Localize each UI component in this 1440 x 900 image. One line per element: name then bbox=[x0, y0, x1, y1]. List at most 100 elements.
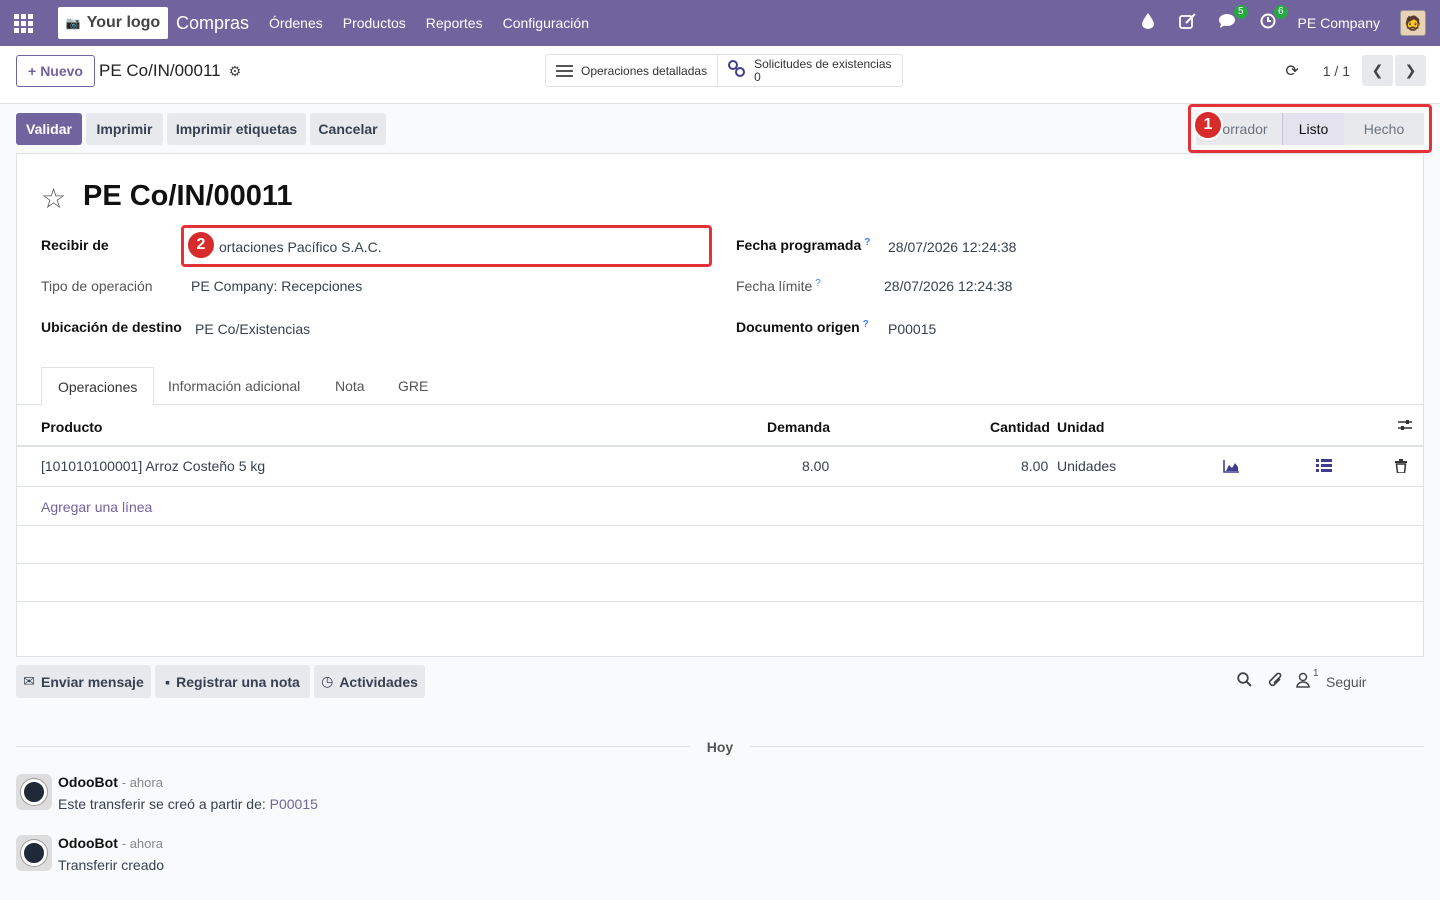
activities-badge: 6 bbox=[1273, 4, 1288, 19]
deadline-field[interactable]: 28/07/2026 12:24:38 bbox=[884, 278, 1012, 294]
paperclip-icon[interactable] bbox=[1268, 672, 1283, 691]
tab-nota[interactable]: Nota bbox=[319, 367, 381, 405]
send-message-button[interactable]: ✉ Enviar mensaje bbox=[16, 665, 151, 698]
chevron-left-icon[interactable]: ❮ bbox=[1362, 55, 1393, 86]
odoobot-avatar[interactable] bbox=[16, 774, 52, 810]
row-product[interactable]: [101010100001] Arroz Costeño 5 kg bbox=[41, 458, 265, 474]
trash-icon[interactable] bbox=[1395, 459, 1407, 476]
drop-icon[interactable] bbox=[1138, 12, 1158, 34]
row-demand[interactable]: 8.00 bbox=[802, 458, 829, 474]
origin-link[interactable]: P00015 bbox=[270, 796, 318, 812]
company-switcher[interactable]: PE Company bbox=[1298, 15, 1380, 31]
dest-location-field[interactable]: PE Co/Existencias bbox=[195, 321, 310, 337]
column-quantity[interactable]: Cantidad bbox=[990, 419, 1050, 435]
search-icon[interactable] bbox=[1237, 672, 1252, 690]
odoobot-avatar[interactable] bbox=[16, 835, 52, 871]
messages-icon[interactable]: 5 bbox=[1218, 4, 1248, 34]
record-title: PE Co/IN/00011 bbox=[83, 180, 293, 212]
edit-icon[interactable] bbox=[1178, 12, 1198, 34]
notebook-tabs: Operaciones Información adicional Nota G… bbox=[17, 367, 1423, 406]
pager-value[interactable]: 1 / 1 bbox=[1323, 63, 1350, 79]
app-name[interactable]: Compras bbox=[176, 13, 249, 34]
tab-gre[interactable]: GRE bbox=[382, 367, 444, 405]
tab-operaciones[interactable]: Operaciones bbox=[41, 367, 155, 406]
camera-icon: 📷 bbox=[65, 16, 81, 30]
pager: ⟳ 1 / 1 ❮ ❯ bbox=[1285, 55, 1426, 86]
date-divider-right bbox=[750, 746, 1424, 747]
row-unit[interactable]: Unidades bbox=[1057, 458, 1116, 474]
annotation-marker-2: 2 bbox=[186, 230, 216, 260]
new-button-label: Nuevo bbox=[40, 63, 83, 79]
origin-field[interactable]: P00015 bbox=[888, 321, 936, 337]
messages-badge: 5 bbox=[1233, 4, 1248, 19]
menu-reportes[interactable]: Reportes bbox=[426, 15, 483, 31]
menu-ordenes[interactable]: Órdenes bbox=[269, 15, 323, 31]
breadcrumb: PE Co/IN/00011 ⚙ bbox=[99, 61, 241, 81]
scheduled-date-label-text: Fecha programada bbox=[736, 237, 862, 253]
column-unit[interactable]: Unidad bbox=[1057, 419, 1104, 435]
operation-type-label: Tipo de operación bbox=[41, 278, 153, 294]
deadline-label: Fecha límite? bbox=[736, 278, 821, 294]
cancel-button[interactable]: Cancelar bbox=[310, 113, 386, 145]
menu-configuracion[interactable]: Configuración bbox=[503, 15, 589, 31]
help-icon[interactable]: ? bbox=[863, 319, 869, 330]
detailed-operations-button[interactable]: Operaciones detalladas bbox=[546, 55, 717, 86]
message-author-name[interactable]: OdooBot bbox=[58, 774, 118, 790]
stock-requests-button[interactable]: Solicitudes de existencias 0 bbox=[717, 55, 901, 86]
validate-button[interactable]: Validar bbox=[16, 113, 82, 145]
tab-informacion-adicional[interactable]: Información adicional bbox=[152, 367, 316, 405]
new-button[interactable]: + Nuevo bbox=[16, 55, 95, 87]
deadline-label-text: Fecha límite bbox=[736, 278, 813, 294]
control-panel: + Nuevo PE Co/IN/00011 ⚙ Operaciones det… bbox=[0, 46, 1440, 104]
receive-from-label: Recibir de bbox=[41, 237, 109, 253]
help-icon[interactable]: ? bbox=[864, 237, 870, 248]
stock-requests-label: Solicitudes de existencias bbox=[754, 56, 892, 71]
note-icon: ▪ bbox=[165, 673, 171, 690]
chevron-right-icon[interactable]: ❯ bbox=[1395, 55, 1426, 86]
followers-icon[interactable] bbox=[1296, 672, 1310, 691]
menu-productos[interactable]: Productos bbox=[343, 15, 406, 31]
log-note-label: Registrar una nota bbox=[176, 673, 300, 690]
clock-icon: ◷ bbox=[321, 673, 334, 689]
detailed-operations-label: Operaciones detalladas bbox=[581, 63, 708, 78]
scheduled-date-field[interactable]: 28/07/2026 12:24:38 bbox=[888, 239, 1016, 255]
print-button[interactable]: Imprimir bbox=[86, 113, 163, 145]
operation-type-field[interactable]: PE Company: Recepciones bbox=[191, 278, 362, 294]
link-icon bbox=[728, 60, 746, 81]
logo-text: Your logo bbox=[86, 14, 161, 31]
forecast-chart-icon[interactable] bbox=[1223, 459, 1240, 476]
add-line-link[interactable]: Agregar una línea bbox=[41, 499, 152, 515]
date-divider-left bbox=[16, 746, 690, 747]
column-product[interactable]: Producto bbox=[41, 419, 102, 435]
help-icon[interactable]: ? bbox=[815, 278, 821, 289]
row-divider bbox=[17, 563, 1423, 564]
print-labels-button[interactable]: Imprimir etiquetas bbox=[167, 113, 306, 145]
column-demand[interactable]: Demanda bbox=[767, 419, 830, 435]
message-author: OdooBot - ahora bbox=[58, 835, 163, 851]
log-note-button[interactable]: ▪ Registrar una nota bbox=[155, 665, 310, 698]
origin-label: Documento origen? bbox=[736, 319, 869, 335]
message-time: - ahora bbox=[121, 836, 163, 851]
row-divider bbox=[17, 486, 1423, 487]
activities-button[interactable]: ◷ Actividades bbox=[314, 665, 425, 698]
message-text: Este transferir se creó a partir de: bbox=[58, 796, 270, 812]
optional-columns-icon[interactable] bbox=[1397, 418, 1413, 435]
activities-icon[interactable]: 6 bbox=[1258, 4, 1288, 34]
gear-icon[interactable]: ⚙ bbox=[229, 63, 242, 80]
company-logo[interactable]: 📷 Your logo bbox=[58, 7, 168, 39]
details-list-icon[interactable] bbox=[1316, 459, 1332, 475]
star-icon[interactable]: ☆ bbox=[41, 182, 66, 215]
smart-buttons: Operaciones detalladas Solicitudes de ex… bbox=[545, 54, 903, 87]
dest-location-label: Ubicación de destino bbox=[41, 319, 182, 335]
user-avatar[interactable]: 🧔 bbox=[1400, 10, 1426, 36]
message-author-name[interactable]: OdooBot bbox=[58, 835, 118, 851]
breadcrumb-current: PE Co/IN/00011 bbox=[99, 61, 221, 80]
row-quantity[interactable]: 8.00 bbox=[1021, 458, 1048, 474]
stock-requests-count: 0 bbox=[754, 69, 761, 84]
top-navbar: 📷 Your logo Compras Órdenes Productos Re… bbox=[0, 0, 1440, 46]
follow-button[interactable]: Seguir bbox=[1326, 674, 1366, 690]
apps-menu-icon[interactable] bbox=[0, 0, 46, 46]
refresh-icon[interactable]: ⟳ bbox=[1285, 61, 1298, 81]
row-divider bbox=[17, 601, 1423, 602]
activities-label: Actividades bbox=[339, 673, 418, 690]
